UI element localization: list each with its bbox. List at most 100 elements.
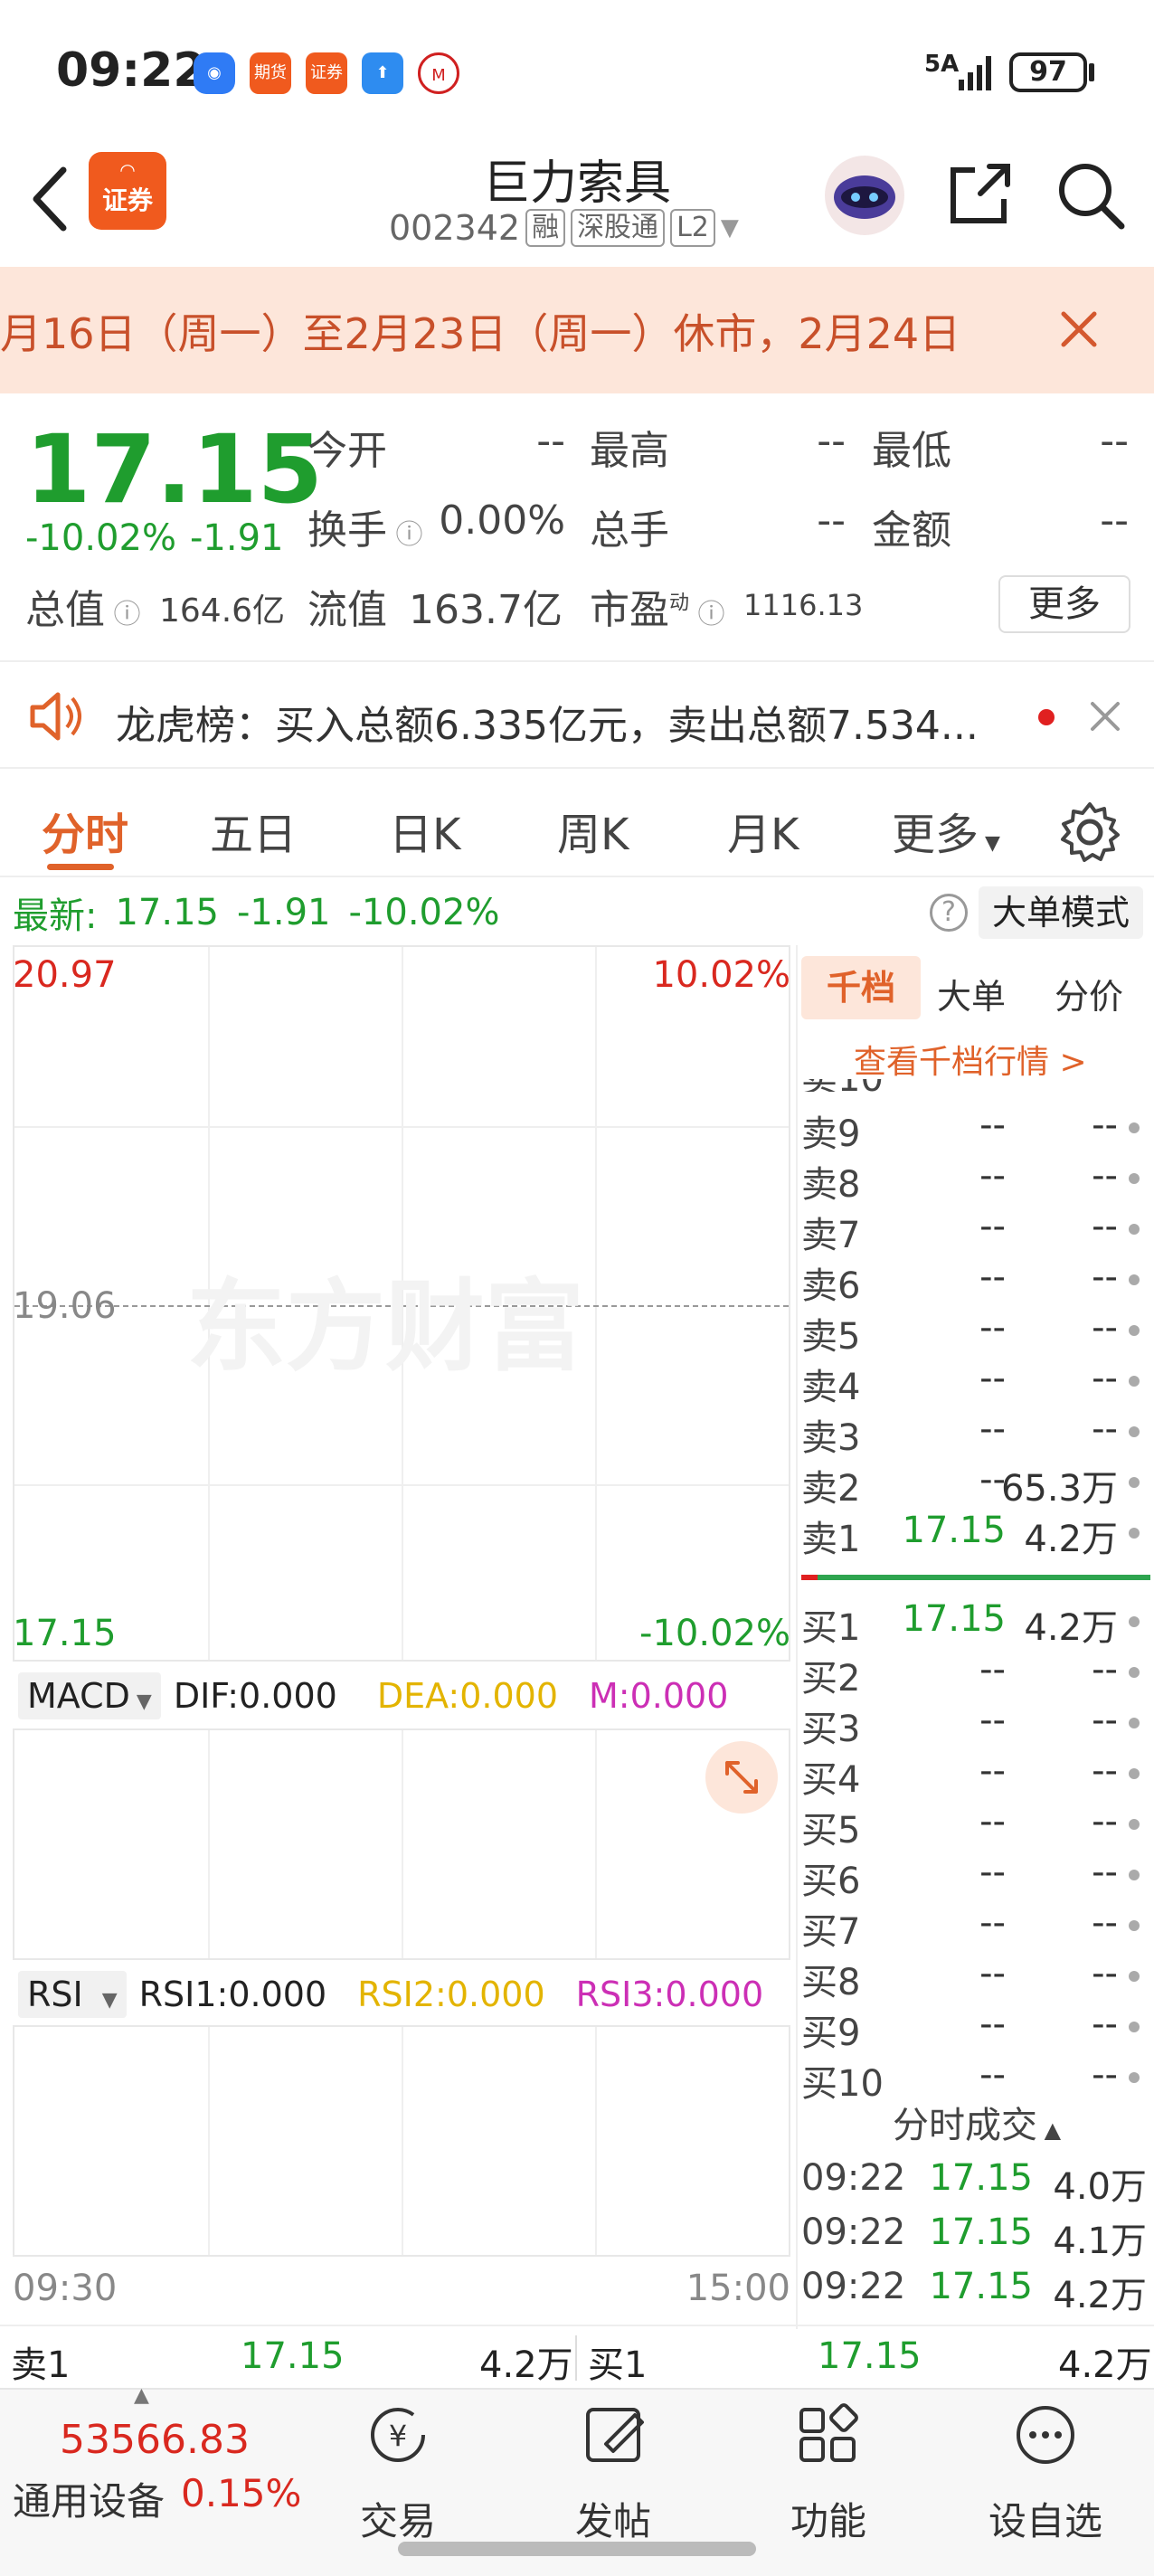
latest-change: -1.91 — [237, 892, 331, 933]
view-thousand-link[interactable]: 查看千档行情 > — [854, 1036, 1087, 1083]
more-icon — [1017, 2406, 1074, 2464]
sell-row[interactable]: 卖4 -- -- — [798, 1358, 1150, 1408]
info-icon[interactable]: ⓘ — [689, 599, 725, 630]
order-book: 千档 大单 分价 查看千档行情 > 卖10 卖9 -- -- 卖8 -- -- 卖7 -- --… — [796, 945, 1154, 2329]
intraday-chart[interactable]: 东方财富 20.97 10.02% 19.06 17.15 -10.02% MA… — [13, 945, 790, 2329]
close-notice-icon[interactable] — [1056, 307, 1102, 355]
expand-icon[interactable] — [705, 1741, 778, 1814]
buy-row[interactable]: 买2 -- -- — [798, 1649, 1150, 1700]
buy-price: -- — [979, 1801, 1006, 1842]
buy-row[interactable]: 买4 -- -- — [798, 1750, 1150, 1801]
stock-sub-info[interactable]: 002342 融 深股通 L2 ▼ — [389, 208, 739, 248]
price-panel: 东方财富 — [13, 945, 790, 1662]
sell-row[interactable]: 卖3 -- -- — [798, 1408, 1150, 1459]
tab-week-k[interactable]: 周K — [557, 799, 629, 862]
quote-panel: 17.15 -10.02% -1.91 今开 -- 最高 -- 最低 -- 换手… — [0, 398, 1154, 651]
buy-volume: -- — [1092, 1801, 1118, 1842]
battery-level: 97 — [1029, 56, 1067, 88]
trade-row: 09:22 17.15 4.2万 — [798, 2266, 1150, 2316]
big-order-mode-button[interactable]: 大单模式 — [979, 886, 1143, 939]
strip-buy-label: 买1 — [588, 2344, 648, 2386]
strip-sell-vol: 4.2万 — [479, 2344, 573, 2386]
y-axis-mid: 19.06 — [13, 1285, 117, 1327]
sell-row[interactable]: 卖8 -- -- — [798, 1155, 1150, 1206]
tab-intraday[interactable]: 分时 — [42, 799, 128, 862]
apps-icon — [799, 2403, 858, 2462]
order-dot-icon — [1129, 1667, 1140, 1678]
buy-price: -- — [979, 1700, 1006, 1741]
buy-price: 17.15 — [902, 1598, 1006, 1640]
buy-level-label: 买8 — [801, 1962, 861, 2003]
rsi1-value: RSI1:0.000 — [138, 1975, 327, 2014]
info-icon[interactable]: ⓘ — [105, 599, 141, 630]
bank-app-icon: M — [418, 52, 459, 94]
tab-day-k[interactable]: 日K — [389, 799, 460, 862]
buy-volume: -- — [1092, 1902, 1118, 1944]
clipped-sell10-row: 卖10 — [801, 1079, 892, 1092]
search-icon[interactable] — [1053, 157, 1129, 237]
signal-icon — [957, 52, 998, 96]
tab-month-k[interactable]: 月K — [727, 799, 799, 862]
sell-row[interactable]: 卖9 -- -- — [798, 1104, 1150, 1155]
futures-app-icon: 期货 — [250, 52, 291, 94]
sell-volume: -- — [1092, 1104, 1118, 1146]
rsi-selector-label: RSI — [27, 1975, 83, 2014]
caret-down-icon: ▼ — [979, 832, 1000, 855]
pe-label-text: 市盈 — [590, 587, 669, 633]
macd-selector[interactable]: MACD ▼ — [18, 1672, 161, 1719]
buy-level-label: 买7 — [801, 1911, 861, 1953]
market-closure-notice[interactable]: 月16日（周一）至2月23日（周一）休市，2月24日 — [0, 267, 1154, 393]
sell-row[interactable]: 卖7 -- -- — [798, 1206, 1150, 1256]
buy-row[interactable]: 买7 -- -- — [798, 1902, 1150, 1953]
bid-ask-strip: 卖1 17.15 4.2万 买1 17.15 4.2万 — [0, 2325, 1154, 2388]
book-tab-big-order[interactable]: 大单 — [937, 969, 1006, 1018]
buy-row[interactable]: 买9 -- -- — [798, 2003, 1150, 2054]
sell-row[interactable]: 卖1 17.15 4.2万 — [798, 1510, 1150, 1560]
trade-volume: 4.2万 — [1053, 2275, 1147, 2316]
tab-more-label: 更多 — [892, 810, 979, 860]
dragon-text: 龙虎榜：买入总额6.335亿元，卖出总额7.534... — [116, 703, 979, 749]
active-tab-underline — [47, 864, 114, 870]
order-dot-icon — [1129, 1477, 1140, 1488]
sell-row[interactable]: 卖6 -- -- — [798, 1256, 1150, 1307]
order-dot-icon — [1129, 1971, 1140, 1982]
share-icon[interactable] — [944, 157, 1017, 233]
unread-dot — [1038, 709, 1055, 725]
tab-five-day[interactable]: 五日 — [210, 799, 297, 862]
buy-volume: -- — [1092, 1750, 1118, 1792]
index-name: 通用设备 — [13, 2479, 166, 2524]
trades-header[interactable]: 分时成交 ▲ — [798, 2096, 1154, 2148]
info-icon[interactable]: ⓘ — [387, 519, 423, 551]
buy-row[interactable]: 买5 -- -- — [798, 1801, 1150, 1852]
buy-level-label: 买4 — [801, 1759, 861, 1801]
dropdown-arrow-icon: ▼ — [720, 214, 739, 242]
buy-row[interactable]: 买6 -- -- — [798, 1852, 1150, 1902]
tab-more[interactable]: 更多 ▼ — [892, 799, 1000, 862]
order-dot-icon — [1129, 1426, 1140, 1437]
trades-title: 分时成交 — [892, 2105, 1037, 2146]
buy-row[interactable]: 买1 17.15 4.2万 — [798, 1598, 1150, 1649]
index-ticker[interactable]: ▲ 53566.83 通用设备 0.15% — [0, 2384, 307, 2534]
sell-row[interactable]: 卖5 -- -- — [798, 1307, 1150, 1358]
sell-price: 17.15 — [902, 1510, 1006, 1551]
robot-assistant-icon[interactable] — [825, 156, 904, 235]
pe-dynamic-sup: 动 — [669, 592, 690, 615]
book-tab-thousand[interactable]: 千档 — [801, 956, 921, 1019]
more-button[interactable]: 更多 — [998, 575, 1130, 633]
dragon-tiger-bar[interactable]: 龙虎榜：买入总额6.335亿元，卖出总额7.534... — [0, 660, 1154, 769]
status-time: 09:22 — [56, 43, 206, 98]
book-tab-price[interactable]: 分价 — [1055, 969, 1123, 1018]
settings-gear-icon[interactable] — [1058, 800, 1121, 867]
order-dot-icon — [1129, 1274, 1140, 1285]
nav-trade-label: 交易 — [359, 2499, 436, 2543]
help-icon[interactable]: ? — [930, 894, 968, 932]
buy-price: -- — [979, 1902, 1006, 1944]
buy-row[interactable]: 买3 -- -- — [798, 1700, 1150, 1750]
nav-add-watchlist[interactable]: 设自选 — [937, 2390, 1154, 2571]
close-dragon-icon[interactable] — [1087, 698, 1123, 738]
rsi-selector[interactable]: RSI ▼ — [18, 1971, 127, 2018]
sell-level-label: 卖3 — [801, 1417, 861, 1459]
buy-row[interactable]: 买8 -- -- — [798, 1953, 1150, 2003]
sell-volume: 65.3万 — [1000, 1468, 1118, 1510]
sell-row[interactable]: 卖2 -- 65.3万 — [798, 1459, 1150, 1510]
